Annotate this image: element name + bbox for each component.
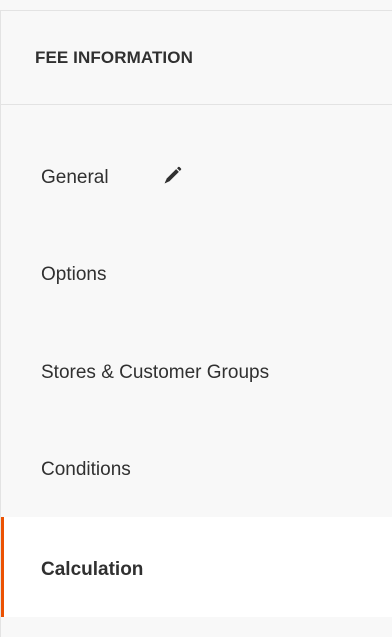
panel-title: FEE INFORMATION	[35, 48, 193, 67]
pencil-icon	[164, 166, 182, 184]
nav-item-label: Stores & Customer Groups	[41, 362, 270, 383]
panel-header: FEE INFORMATION	[1, 11, 392, 105]
panel-frame: FEE INFORMATION General Options Stores &…	[0, 10, 392, 637]
nav-item-label: General	[41, 167, 109, 188]
nav-item-label: Calculation	[41, 559, 144, 580]
nav-item-general[interactable]: General	[1, 105, 392, 203]
nav-item-conditions[interactable]: Conditions	[1, 399, 392, 497]
fee-information-panel: FEE INFORMATION General Options Stores &…	[0, 0, 392, 637]
nav-item-options[interactable]: Options	[1, 203, 392, 301]
nav-item-stores-customer-groups[interactable]: Stores & Customer Groups	[1, 301, 392, 399]
nav-item-label: Conditions	[41, 459, 131, 480]
nav-item-calculation[interactable]: Calculation	[1, 517, 392, 617]
nav-item-label: Options	[41, 264, 107, 285]
